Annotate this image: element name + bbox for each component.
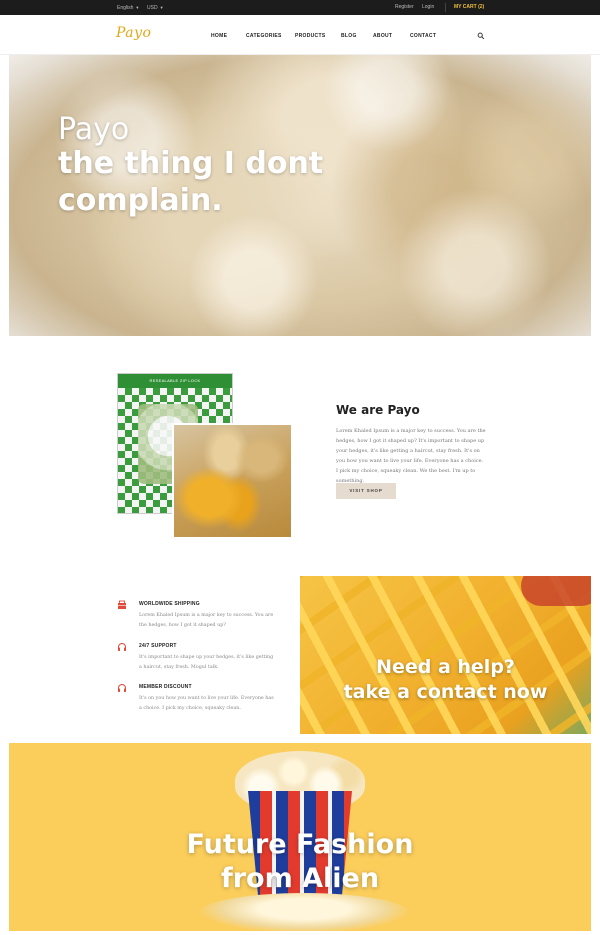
language-label: English xyxy=(117,5,134,11)
currency-selector[interactable]: USD ▼ xyxy=(147,4,164,12)
hero-brand: Payo xyxy=(58,112,130,147)
headphones-icon xyxy=(118,643,126,651)
feature-title: WORLDWIDE SHIPPING xyxy=(139,601,200,607)
feature-shipping: WORLDWIDE SHIPPING Lorem Khaled Ipsum is… xyxy=(117,600,277,636)
login-link[interactable]: Login xyxy=(422,4,434,11)
feature-title: MEMBER DISCOUNT xyxy=(139,684,192,690)
help-title-line-1: Need a help? xyxy=(376,656,515,678)
feature-text: It's on you how you want to live your li… xyxy=(139,696,274,711)
spilled-popcorn-image xyxy=(199,893,409,931)
nav-home[interactable]: HOME xyxy=(211,33,227,39)
banner-title-line-1: Future Fashion xyxy=(186,829,414,860)
divider xyxy=(445,3,446,12)
help-banner[interactable]: Need a help? take a contact now xyxy=(300,576,591,734)
hero-title-line-2: complain. xyxy=(58,183,223,218)
nav-contact[interactable]: CONTACT xyxy=(410,33,436,39)
hero-banner: Payo the thing I dont complain. xyxy=(9,55,591,336)
hero-title-line-1: the thing I dont xyxy=(58,146,324,181)
box-icon xyxy=(118,600,126,609)
pack-label: RESEALABLE ZIP LOCK xyxy=(118,374,232,388)
feature-discount: MEMBER DISCOUNT It's on you how you want… xyxy=(117,683,277,719)
language-selector[interactable]: English ▼ xyxy=(117,4,139,12)
promo-banner: Future Fashion from Alien xyxy=(9,743,591,931)
register-link[interactable]: Register xyxy=(395,4,414,11)
cart-link[interactable]: MY CART (2) xyxy=(454,4,484,11)
nav-products[interactable]: PRODUCTS xyxy=(295,33,325,39)
banner-title-line-2: from Alien xyxy=(220,863,380,894)
chevron-down-icon: ▼ xyxy=(135,5,140,10)
feature-title: 24/7 SUPPORT xyxy=(139,643,177,649)
feature-text: It's important to shape up your hedges, … xyxy=(139,655,274,670)
nav-blog[interactable]: BLOG xyxy=(341,33,357,39)
main-header: Payo HOME CATEGORIES PRODUCTS BLOG ABOUT… xyxy=(0,15,600,55)
nav-about[interactable]: ABOUT xyxy=(373,33,392,39)
feature-text: Lorem Khaled Ipsum is a major key to suc… xyxy=(139,613,274,628)
headphones-icon xyxy=(118,684,126,692)
search-icon[interactable] xyxy=(477,32,485,40)
chips-plate-image xyxy=(172,423,293,539)
nav-categories[interactable]: CATEGORIES xyxy=(246,33,282,39)
feature-support: 24/7 SUPPORT It's important to shape up … xyxy=(117,642,277,678)
top-bar: English ▼ USD ▼ Register Login MY CART (2) xyxy=(0,0,600,15)
about-text: Lorem Khaled Ipsum is a major key to suc… xyxy=(336,428,486,484)
logo[interactable]: Payo xyxy=(116,25,151,41)
visit-shop-button[interactable]: VISIT SHOP xyxy=(336,483,396,499)
currency-label: USD xyxy=(147,5,158,11)
chevron-down-icon: ▼ xyxy=(159,5,164,10)
help-title-line-2: take a contact now xyxy=(343,681,548,703)
about-title: We are Payo xyxy=(336,403,420,417)
